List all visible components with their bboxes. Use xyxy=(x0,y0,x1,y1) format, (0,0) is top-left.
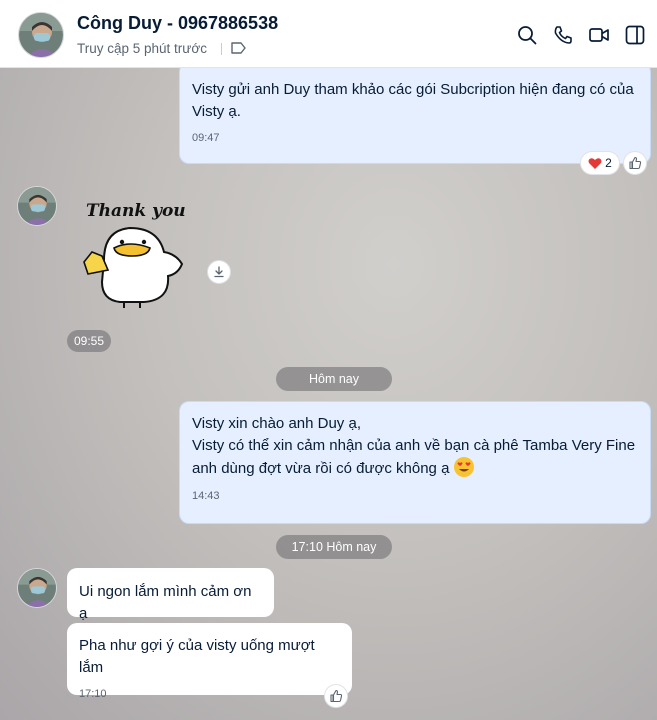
svg-text:Thank you: Thank you xyxy=(86,201,186,221)
contact-avatar[interactable] xyxy=(18,12,64,58)
download-button[interactable] xyxy=(208,261,230,283)
message-text-line-2: Visty có thể xin cảm nhận của anh về bạn… xyxy=(192,437,636,477)
tag-icon[interactable] xyxy=(230,41,247,55)
heart-eyes-emoji-icon xyxy=(453,457,474,477)
sticker-time: 09:55 xyxy=(67,330,111,352)
message-text: Visty gửi anh Duy tham khảo các gói Subc… xyxy=(192,81,634,120)
message-text-line-1: Visty xin chào anh Duy ạ, xyxy=(192,415,361,432)
contact-avatar[interactable] xyxy=(17,568,57,608)
like-button[interactable] xyxy=(624,152,646,174)
chat-area[interactable]: Visty gửi anh Duy tham khảo các gói Subc… xyxy=(0,68,657,720)
time-divider: 17:10 Hôm nay xyxy=(276,535,392,559)
message-bubble-incoming[interactable]: Ui ngon lắm mình cảm ơn ạ xyxy=(67,568,274,622)
message-time: 09:47 xyxy=(192,132,220,144)
thank-you-sticker[interactable]: Thank you xyxy=(78,190,190,312)
message-time: 17:10 xyxy=(79,688,107,700)
contact-avatar[interactable] xyxy=(17,186,57,226)
phone-icon[interactable] xyxy=(552,24,574,46)
search-icon[interactable] xyxy=(516,24,538,46)
date-divider: Hôm nay xyxy=(276,367,392,391)
reaction-count-badge[interactable]: 2 xyxy=(581,152,619,174)
message-text: Pha như gợi ý của visty uống mượt lắm xyxy=(79,637,315,676)
message-text: Ui ngon lắm mình cảm ơn ạ xyxy=(79,583,252,622)
heart-icon xyxy=(588,157,602,169)
sidebar-toggle-icon[interactable] xyxy=(624,24,646,46)
reaction-count: 2 xyxy=(605,156,612,170)
last-active-status: Truy cập 5 phút trước xyxy=(77,41,207,56)
video-call-icon[interactable] xyxy=(588,24,610,46)
download-icon xyxy=(214,266,224,278)
like-button[interactable] xyxy=(325,685,347,707)
message-bubble-outgoing[interactable]: Visty gửi anh Duy tham khảo các gói Subc… xyxy=(179,68,651,164)
thumbs-up-icon xyxy=(629,156,642,170)
divider xyxy=(221,43,222,55)
message-time: 14:43 xyxy=(192,490,220,502)
thumbs-up-icon xyxy=(330,689,343,703)
message-bubble-incoming[interactable]: Pha như gợi ý của visty uống mượt lắm 17… xyxy=(67,623,352,700)
chat-header: Công Duy - 0967886538 Truy cập 5 phút tr… xyxy=(0,0,657,68)
message-bubble-outgoing[interactable]: Visty xin chào anh Duy ạ, Visty có thể x… xyxy=(179,401,651,524)
contact-name: Công Duy - 0967886538 xyxy=(77,13,279,33)
